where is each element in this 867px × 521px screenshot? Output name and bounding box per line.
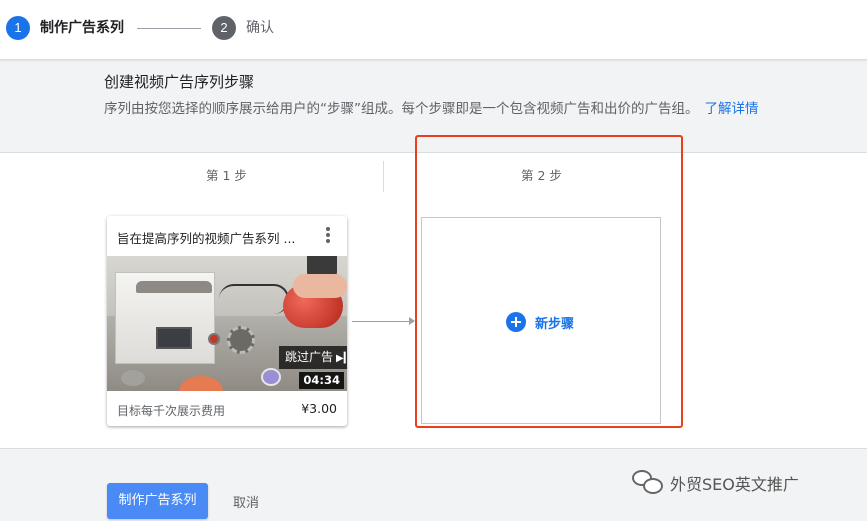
step-2-header: 第 2 步 <box>521 168 562 183</box>
column-divider <box>383 161 384 192</box>
cancel-button[interactable]: 取消 <box>233 492 259 511</box>
step-2-label[interactable]: 确认 <box>246 18 274 38</box>
thumbnail-machine <box>115 272 220 364</box>
sequence-arrow <box>352 321 412 322</box>
description-text: 序列由按您选择的顺序展示给用户的“步骤”组成。每个步骤即是一个包含视频广告和出价… <box>104 101 699 117</box>
new-step-button[interactable]: 新步骤 <box>506 312 574 332</box>
bid-value: ¥3.00 <box>301 401 337 416</box>
watermark-text: 外贸SEO英文推广 <box>670 475 799 494</box>
section-description: 序列由按您选择的顺序展示给用户的“步骤”组成。每个步骤即是一个包含视频广告和出价… <box>104 99 759 119</box>
video-thumbnail[interactable]: 跳过广告▶▎ 04:34 <box>107 256 347 391</box>
step-connector <box>137 28 201 29</box>
bid-label: 目标每千次展示费用 <box>117 404 226 418</box>
thumbnail-cable <box>219 284 289 314</box>
thumbnail-disk <box>121 370 145 386</box>
new-step-label: 新步骤 <box>535 316 575 332</box>
video-ad-card[interactable]: 旨在提高序列的视频广告系列 ... 跳过广告▶▎ 04:34 目标每千次展示费用… <box>107 216 347 426</box>
add-circle-icon <box>506 312 526 332</box>
step-1-header: 第 1 步 <box>206 168 247 183</box>
stepper: 1 制作广告系列 2 确认 <box>0 0 867 60</box>
skip-ad-button[interactable]: 跳过广告▶▎ <box>279 346 347 369</box>
new-step-placeholder[interactable]: 新步骤 <box>421 217 661 424</box>
learn-more-link[interactable]: 了解详情 <box>705 101 759 117</box>
watermark: 外贸SEO英文推广 <box>632 470 799 496</box>
create-campaign-button[interactable]: 制作广告系列 <box>107 483 208 519</box>
sequence-area: 第 1 步 第 2 步 旨在提高序列的视频广告系列 ... 跳过广告▶▎ 04:… <box>0 152 867 449</box>
section-title: 创建视频广告序列步骤 <box>104 73 255 91</box>
wechat-icon <box>632 470 664 496</box>
thumbnail-hand <box>293 274 347 298</box>
thumbnail-gear <box>227 326 255 354</box>
step-1-number[interactable]: 1 <box>6 16 30 40</box>
arrow-head-icon <box>409 317 415 325</box>
step-1-label[interactable]: 制作广告系列 <box>40 18 124 38</box>
skip-ad-label: 跳过广告 <box>285 350 334 364</box>
step-2-number[interactable]: 2 <box>212 16 236 40</box>
video-duration: 04:34 <box>299 372 344 389</box>
ad-card-title: 旨在提高序列的视频广告系列 ... <box>117 231 296 246</box>
skip-next-icon: ▶▎ <box>336 353 347 364</box>
more-vert-icon[interactable] <box>323 227 333 245</box>
thumbnail-disk <box>261 368 281 386</box>
